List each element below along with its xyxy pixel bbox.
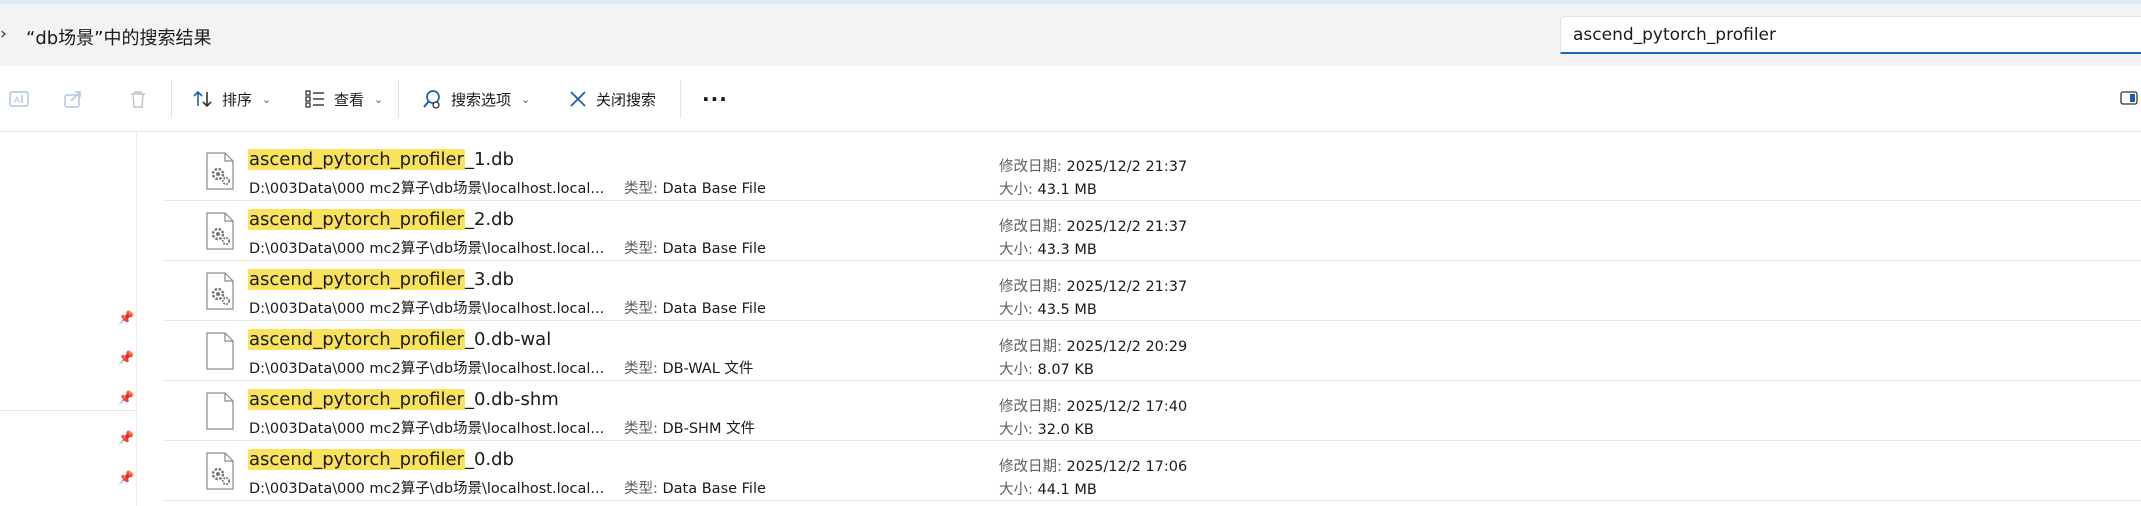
chevron-right-icon[interactable]: › bbox=[0, 24, 7, 44]
blank-file-icon bbox=[205, 332, 235, 374]
file-path: D:\003Data\000 mc2算子\db场景\localhost.loca… bbox=[249, 241, 605, 257]
delete-button[interactable] bbox=[127, 84, 149, 114]
toolbar-separator bbox=[171, 80, 172, 118]
close-icon bbox=[568, 89, 588, 109]
file-modified-date: 修改日期: 2025/12/2 21:37 bbox=[999, 219, 1188, 235]
command-bar: A 排序 ⌄ 查看 ⌄ 搜索选项 ⌄ 关闭搜索 ··· bbox=[0, 66, 2141, 132]
sort-button[interactable]: 排序 ⌄ bbox=[192, 84, 271, 114]
share-icon bbox=[62, 88, 84, 110]
sort-label: 排序 bbox=[222, 90, 253, 109]
file-path: D:\003Data\000 mc2算子\db场景\localhost.loca… bbox=[249, 301, 605, 317]
file-type: 类型: DB-WAL 文件 bbox=[624, 361, 754, 377]
pin-icon[interactable]: 📌 bbox=[118, 391, 134, 406]
close-search-button[interactable]: 关闭搜索 bbox=[568, 84, 656, 114]
details-pane-button[interactable] bbox=[2120, 89, 2138, 111]
view-list-icon bbox=[304, 88, 326, 110]
file-path: D:\003Data\000 mc2算子\db场景\localhost.loca… bbox=[249, 421, 605, 437]
file-modified-date: 修改日期: 2025/12/2 21:37 bbox=[999, 279, 1188, 295]
search-input[interactable] bbox=[1573, 23, 2133, 47]
file-name[interactable]: ascend_pytorch_profiler_0.db-wal bbox=[248, 329, 551, 350]
search-highlight: ascend_pytorch_profiler bbox=[248, 329, 465, 350]
trash-icon bbox=[127, 88, 149, 110]
file-modified-date: 修改日期: 2025/12/2 20:29 bbox=[999, 339, 1188, 355]
search-options-label: 搜索选项 bbox=[451, 90, 512, 109]
details-pane-icon bbox=[2120, 91, 2138, 111]
chevron-down-icon: ⌄ bbox=[521, 92, 531, 106]
search-highlight: ascend_pytorch_profiler bbox=[248, 149, 465, 170]
file-size: 大小: 8.07 KB bbox=[999, 362, 1094, 378]
settings-file-icon bbox=[205, 272, 235, 314]
pin-icon[interactable]: 📌 bbox=[118, 351, 134, 366]
list-item[interactable]: ascend_pytorch_profiler_0.db D:\003Data\… bbox=[163, 441, 2141, 501]
navigation-pane: 📌 📌 📌 📌 📌 bbox=[0, 132, 137, 506]
settings-file-icon bbox=[205, 212, 235, 254]
chevron-down-icon: ⌄ bbox=[374, 92, 384, 106]
file-name[interactable]: ascend_pytorch_profiler_2.db bbox=[248, 209, 514, 230]
blank-file-icon bbox=[205, 392, 235, 434]
file-size: 大小: 43.1 MB bbox=[999, 182, 1097, 198]
file-name[interactable]: ascend_pytorch_profiler_1.db bbox=[248, 149, 514, 170]
file-type: 类型: Data Base File bbox=[624, 241, 766, 257]
more-icon: ··· bbox=[702, 87, 728, 111]
search-highlight: ascend_pytorch_profiler bbox=[248, 269, 465, 290]
file-name[interactable]: ascend_pytorch_profiler_0.db bbox=[248, 449, 514, 470]
address-bar: › “db场景”中的搜索结果 bbox=[0, 4, 2141, 66]
file-path: D:\003Data\000 mc2算子\db场景\localhost.loca… bbox=[249, 181, 605, 197]
list-item[interactable]: ascend_pytorch_profiler_0.db-wal D:\003D… bbox=[163, 321, 2141, 381]
toolbar-separator bbox=[680, 80, 681, 118]
search-highlight: ascend_pytorch_profiler bbox=[248, 449, 465, 470]
file-modified-date: 修改日期: 2025/12/2 17:06 bbox=[999, 459, 1188, 475]
share-button[interactable] bbox=[62, 84, 84, 114]
file-type: 类型: Data Base File bbox=[624, 181, 766, 197]
more-options-button[interactable]: ··· bbox=[702, 84, 728, 114]
rename-button[interactable]: A bbox=[8, 84, 30, 114]
file-name[interactable]: ascend_pytorch_profiler_3.db bbox=[248, 269, 514, 290]
chevron-down-icon: ⌄ bbox=[262, 92, 272, 106]
file-path: D:\003Data\000 mc2算子\db场景\localhost.loca… bbox=[249, 361, 605, 377]
settings-file-icon bbox=[205, 152, 235, 194]
file-type: 类型: DB-SHM 文件 bbox=[624, 421, 756, 437]
close-search-label: 关闭搜索 bbox=[596, 90, 657, 109]
view-label: 查看 bbox=[334, 90, 365, 109]
breadcrumb[interactable]: “db场景”中的搜索结果 bbox=[26, 24, 212, 50]
search-options-button[interactable]: 搜索选项 ⌄ bbox=[421, 84, 530, 114]
list-item[interactable]: ascend_pytorch_profiler_0.db-shm D:\003D… bbox=[163, 381, 2141, 441]
svg-text:A: A bbox=[14, 95, 20, 105]
list-item[interactable]: ascend_pytorch_profiler_3.db D:\003Data\… bbox=[163, 261, 2141, 321]
search-highlight: ascend_pytorch_profiler bbox=[248, 209, 465, 230]
pin-icon[interactable]: 📌 bbox=[118, 471, 134, 486]
file-modified-date: 修改日期: 2025/12/2 17:40 bbox=[999, 399, 1188, 415]
file-type: 类型: Data Base File bbox=[624, 481, 766, 497]
file-name[interactable]: ascend_pytorch_profiler_0.db-shm bbox=[248, 389, 559, 410]
pin-icon[interactable]: 📌 bbox=[118, 311, 134, 326]
search-box[interactable] bbox=[1560, 16, 2141, 54]
list-item[interactable]: ascend_pytorch_profiler_2.db D:\003Data\… bbox=[163, 201, 2141, 261]
nav-divider bbox=[0, 410, 137, 411]
file-type: 类型: Data Base File bbox=[624, 301, 766, 317]
file-size: 大小: 43.5 MB bbox=[999, 302, 1097, 318]
search-highlight: ascend_pytorch_profiler bbox=[248, 389, 465, 410]
settings-file-icon bbox=[205, 452, 235, 494]
toolbar-separator bbox=[398, 80, 399, 118]
pin-icon[interactable]: 📌 bbox=[118, 431, 134, 446]
rename-icon: A bbox=[8, 88, 30, 110]
list-item[interactable]: ascend_pytorch_profiler_1.db D:\003Data\… bbox=[163, 141, 2141, 201]
sort-icon bbox=[192, 88, 214, 110]
file-path: D:\003Data\000 mc2算子\db场景\localhost.loca… bbox=[249, 481, 605, 497]
view-button[interactable]: 查看 ⌄ bbox=[304, 84, 383, 114]
file-size: 大小: 43.3 MB bbox=[999, 242, 1097, 258]
file-size: 大小: 44.1 MB bbox=[999, 482, 1097, 498]
file-size: 大小: 32.0 KB bbox=[999, 422, 1094, 438]
file-modified-date: 修改日期: 2025/12/2 21:37 bbox=[999, 159, 1188, 175]
search-options-icon bbox=[421, 88, 443, 110]
